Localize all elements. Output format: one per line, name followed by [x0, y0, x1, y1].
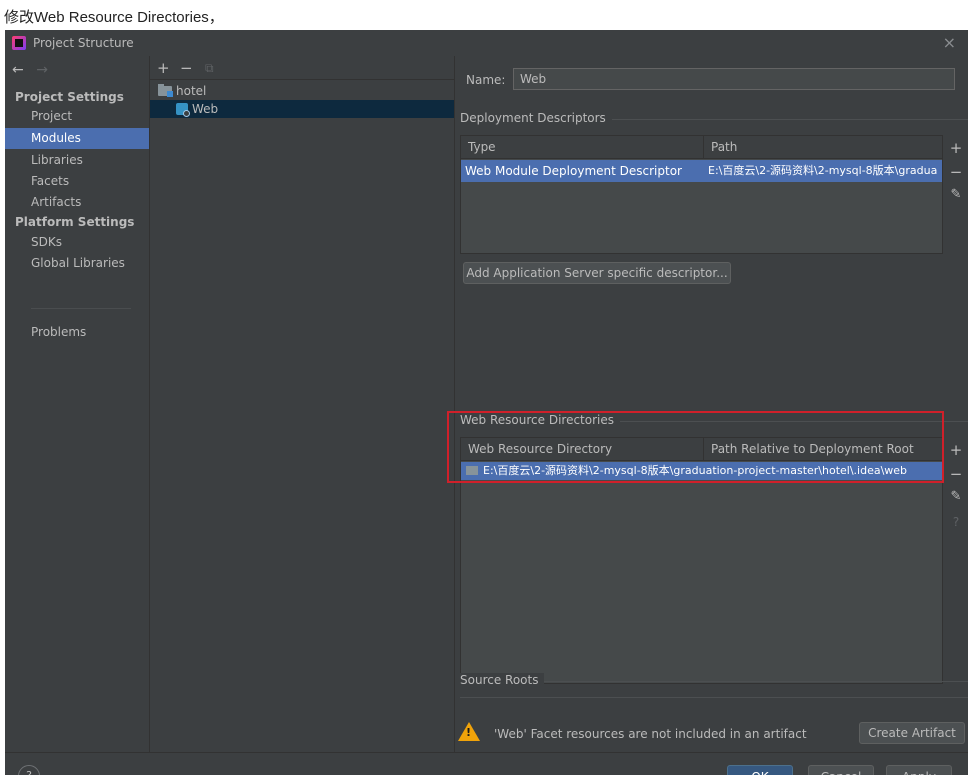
facet-config-panel: Name: Web Deployment Descriptors Type Pa…	[455, 56, 968, 752]
divider	[460, 697, 968, 698]
back-arrow-icon[interactable]: ←	[12, 62, 24, 78]
nav-item-global-libraries[interactable]: Global Libraries	[5, 253, 149, 274]
nav-item-modules[interactable]: Modules	[5, 128, 149, 149]
caption-text: 修改Web Resource Directories，	[4, 9, 224, 26]
add-icon[interactable]: +	[157, 59, 170, 77]
ok-button[interactable]: OK	[727, 765, 793, 775]
resources-toolbar: + − ✎ ?	[945, 437, 967, 557]
apply-button[interactable]: Apply	[886, 765, 952, 775]
nav-item-facets[interactable]: Facets	[5, 171, 149, 192]
close-icon[interactable]: ×	[943, 33, 956, 52]
add-server-descriptor-button[interactable]: Add Application Server specific descript…	[463, 262, 731, 284]
help-icon[interactable]: ?	[945, 515, 967, 529]
module-folder-icon	[158, 84, 173, 97]
nav-item-libraries[interactable]: Libraries	[5, 150, 149, 171]
create-artifact-button[interactable]: Create Artifact	[859, 722, 965, 744]
deployment-descriptors-table: Type Path Web Module Deployment Descript…	[460, 135, 943, 254]
tree-divider	[150, 79, 454, 80]
column-header-path[interactable]: Path	[703, 136, 942, 158]
descriptor-toolbar: + − ✎	[945, 135, 967, 254]
table-row[interactable]: Web Module Deployment Descriptor E:\百度云\…	[461, 160, 942, 182]
cancel-button[interactable]: Cancel	[808, 765, 874, 775]
edit-icon[interactable]: ✎	[945, 489, 967, 504]
deployment-descriptors-title: Deployment Descriptors	[460, 111, 612, 125]
nav-item-problems[interactable]: Problems	[5, 322, 149, 343]
title-bar: Project Structure ×	[5, 30, 968, 56]
tree-node-hotel[interactable]: hotel	[150, 82, 454, 100]
remove-icon[interactable]: −	[945, 465, 967, 483]
help-icon[interactable]: ?	[18, 765, 40, 775]
nav-item-project[interactable]: Project	[5, 106, 149, 127]
tree-node-label: hotel	[176, 84, 207, 98]
name-input[interactable]: Web	[513, 68, 955, 90]
copy-icon[interactable]: ⧉	[205, 61, 214, 76]
module-tree-panel: + − ⧉ hotel Web	[150, 56, 455, 752]
project-settings-heading: Project Settings	[15, 90, 124, 104]
web-facet-icon	[176, 103, 190, 117]
remove-icon[interactable]: −	[180, 59, 193, 77]
descriptor-path-cell: E:\百度云\2-源码资料\2-mysql-8版本\gradua	[708, 164, 938, 177]
nav-arrows: ← →	[12, 62, 56, 78]
add-icon[interactable]: +	[945, 441, 967, 459]
remove-icon[interactable]: −	[945, 163, 967, 181]
add-icon[interactable]: +	[945, 139, 967, 157]
name-label: Name:	[466, 73, 506, 87]
project-structure-dialog: Project Structure × ← → Project Settings…	[5, 30, 968, 775]
column-header-type[interactable]: Type	[461, 136, 703, 158]
nav-divider	[31, 308, 131, 309]
platform-settings-heading: Platform Settings	[15, 215, 135, 229]
nav-item-sdks[interactable]: SDKs	[5, 232, 149, 253]
annotation-highlight-box	[447, 411, 944, 483]
window-title: Project Structure	[33, 36, 134, 50]
warning-message: 'Web' Facet resources are not included i…	[494, 727, 807, 741]
nav-item-artifacts[interactable]: Artifacts	[5, 192, 149, 213]
tree-node-web[interactable]: Web	[150, 100, 454, 118]
forward-arrow-icon[interactable]: →	[36, 62, 48, 78]
dialog-footer: ? OK Cancel Apply	[5, 752, 968, 775]
warning-icon: !	[458, 722, 480, 741]
descriptor-type-cell: Web Module Deployment Descriptor	[465, 164, 682, 178]
settings-nav: ← → Project Settings Project Modules Lib…	[5, 56, 150, 752]
table-header: Type Path	[461, 136, 942, 159]
tree-node-label: Web	[192, 102, 219, 116]
source-roots-title: Source Roots	[460, 673, 545, 687]
edit-icon[interactable]: ✎	[945, 187, 967, 202]
intellij-app-icon	[12, 36, 26, 50]
